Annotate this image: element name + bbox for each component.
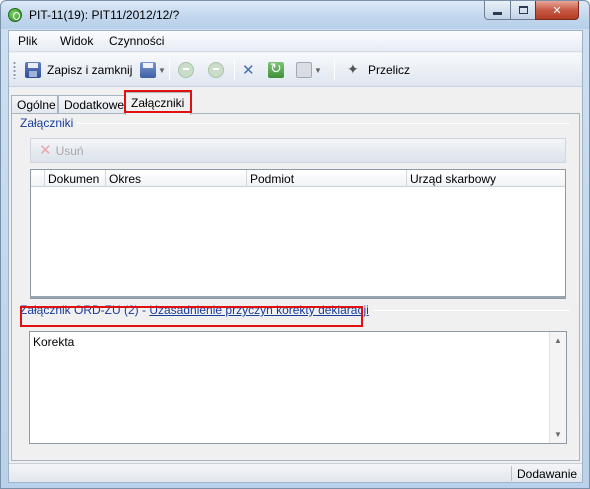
- main-toolbar: Zapisz i zamknij ▼ ▼: [9, 53, 582, 87]
- print-icon: [296, 62, 312, 78]
- save-close-icon: [25, 62, 41, 78]
- forward-icon: [208, 62, 224, 78]
- save-close-button[interactable]: Zapisz i zamknij: [25, 59, 132, 81]
- status-bar: Dodawanie: [9, 463, 582, 482]
- maximize-icon: [518, 6, 528, 14]
- recalc-button[interactable]: Przelicz: [346, 59, 410, 81]
- ordzu-title-prefix: Załącznik ORD-ZU (2) -: [20, 303, 150, 317]
- minimize-button[interactable]: [484, 1, 511, 20]
- forward-button[interactable]: [208, 59, 224, 81]
- save-button[interactable]: ▼: [140, 59, 166, 81]
- tab-strip: Ogólne Dodatkowe Załączniki: [9, 92, 582, 115]
- scroll-down-icon[interactable]: ▼: [554, 430, 562, 439]
- print-dropdown-caret-icon[interactable]: ▼: [314, 66, 322, 75]
- delete-icon: ✕: [39, 142, 52, 159]
- recalc-label: Przelicz: [368, 63, 411, 77]
- toolbar-grip[interactable]: [13, 61, 16, 79]
- back-icon: [178, 62, 194, 78]
- attachments-group-title: Załączniki: [20, 116, 78, 130]
- menu-plik[interactable]: Plik: [18, 34, 37, 48]
- window-title: PIT-11(19): PIT11/2012/12/?: [29, 8, 180, 22]
- refresh-icon: [268, 60, 284, 78]
- menu-widok[interactable]: Widok: [60, 34, 93, 48]
- print-button[interactable]: ▼: [296, 59, 322, 81]
- tab-dodatkowe[interactable]: Dodatkowe: [58, 95, 125, 114]
- scroll-up-icon[interactable]: ▲: [554, 336, 562, 345]
- back-button[interactable]: [178, 59, 194, 81]
- title-bar[interactable]: PIT-11(19): PIT11/2012/12/? ✕: [1, 1, 589, 29]
- ordzu-group-title: Załącznik ORD-ZU (2) - Uzasadnienie przy…: [20, 303, 373, 317]
- attachments-toolbar: ✕ Usuń: [30, 138, 566, 163]
- ordzu-text: Korekta: [33, 335, 75, 349]
- memo-vertical-scrollbar[interactable]: ▲ ▼: [549, 332, 566, 443]
- save-icon: [140, 62, 156, 78]
- tab-panel-zalaczniki: Załączniki ✕ Usuń Dokumen Okres Podmiot …: [11, 113, 580, 461]
- tab-ogolne[interactable]: Ogólne: [11, 95, 58, 114]
- column-header-dokument[interactable]: Dokumen: [44, 170, 105, 187]
- refresh-button[interactable]: [268, 59, 284, 81]
- toolbar-separator: [169, 60, 170, 80]
- column-header-okres[interactable]: Okres: [105, 170, 246, 187]
- grid-horizontal-scrollbar[interactable]: [31, 296, 565, 298]
- app-window: PIT-11(19): PIT11/2012/12/? ✕ Plik Widok…: [0, 0, 590, 489]
- grid-header: Dokumen Okres Podmiot Urząd skarbowy: [31, 170, 565, 187]
- menu-bar: Plik Widok Czynności: [9, 31, 582, 52]
- close-button[interactable]: ✕: [535, 1, 579, 20]
- status-mode: Dodawanie: [517, 467, 578, 481]
- minimize-icon: [493, 11, 502, 15]
- group-divider: [22, 123, 570, 124]
- delete-label: Usuń: [55, 144, 84, 158]
- close-icon: ✕: [552, 4, 562, 17]
- client-area: Plik Widok Czynności Zapisz i zamknij ▼: [8, 30, 583, 483]
- wand-icon: [346, 61, 362, 78]
- tools-button[interactable]: [241, 59, 257, 81]
- ordzu-justification-textarea[interactable]: Korekta ▲ ▼: [29, 331, 567, 444]
- column-header-podmiot[interactable]: Podmiot: [246, 170, 406, 187]
- column-header-urzad[interactable]: Urząd skarbowy: [406, 170, 565, 187]
- status-separator: [511, 466, 512, 481]
- save-dropdown-caret-icon[interactable]: ▼: [158, 66, 166, 75]
- attachments-grid[interactable]: Dokumen Okres Podmiot Urząd skarbowy: [30, 169, 566, 299]
- maximize-button[interactable]: [510, 1, 536, 20]
- app-logo-icon: [8, 8, 22, 22]
- toolbar-separator: [234, 60, 235, 80]
- save-close-label: Zapisz i zamknij: [47, 63, 133, 77]
- menu-czynnosci[interactable]: Czynności: [109, 34, 164, 48]
- ordzu-title-link[interactable]: Uzasadnienie przyczyn korekty deklaracji: [149, 303, 368, 317]
- grid-body[interactable]: [31, 187, 565, 298]
- toolbar-separator: [334, 60, 335, 80]
- delete-button[interactable]: ✕ Usuń: [39, 142, 84, 159]
- tools-icon: [241, 61, 257, 79]
- tab-zalaczniki[interactable]: Załączniki: [125, 92, 191, 115]
